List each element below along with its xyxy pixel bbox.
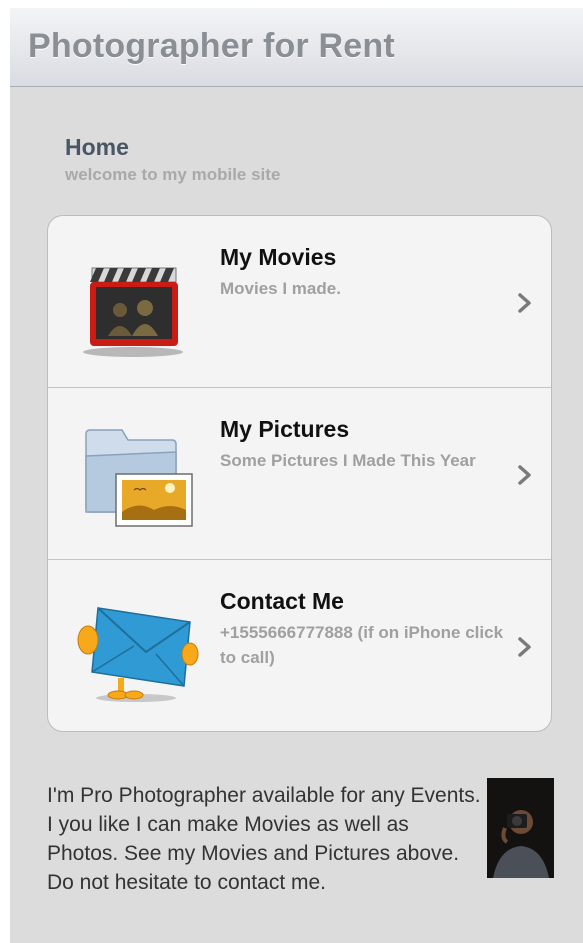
menu-item-contact-me[interactable]: Contact Me +1555666777888 (if on iPhone …	[48, 560, 551, 731]
photographer-avatar	[487, 778, 554, 878]
menu-item-my-movies[interactable]: My Movies Movies I made.	[48, 216, 551, 388]
menu-item-description: Some Pictures I Made This Year	[220, 451, 476, 470]
envelope-icon	[77, 607, 199, 702]
mobile-page: Photographer for Rent Home welcome to my…	[10, 8, 583, 943]
chevron-right-icon	[518, 293, 531, 313]
header-title: Photographer for Rent	[28, 27, 395, 65]
header-bar: Photographer for Rent	[10, 8, 583, 87]
menu-list: My Movies Movies I made. My Pictures Som…	[47, 215, 552, 732]
movie-clapper-icon	[83, 267, 183, 357]
chevron-right-icon	[518, 465, 531, 485]
menu-item-my-pictures[interactable]: My Pictures Some Pictures I Made This Ye…	[48, 388, 551, 560]
menu-item-description: Movies I made.	[220, 279, 341, 298]
menu-item-title: My Movies	[220, 244, 337, 270]
menu-item-title: Contact Me	[220, 588, 344, 614]
pictures-folder-icon	[85, 429, 193, 527]
menu-item-title: My Pictures	[220, 416, 350, 442]
chevron-right-icon	[518, 637, 531, 657]
page-subtitle: welcome to my mobile site	[65, 165, 281, 184]
page-title: Home	[65, 134, 129, 160]
bio-text: I'm Pro Photographer available for any E…	[47, 784, 481, 894]
contact-phone-link[interactable]: +1555666777888 (if on iPhone click to ca…	[220, 620, 510, 670]
